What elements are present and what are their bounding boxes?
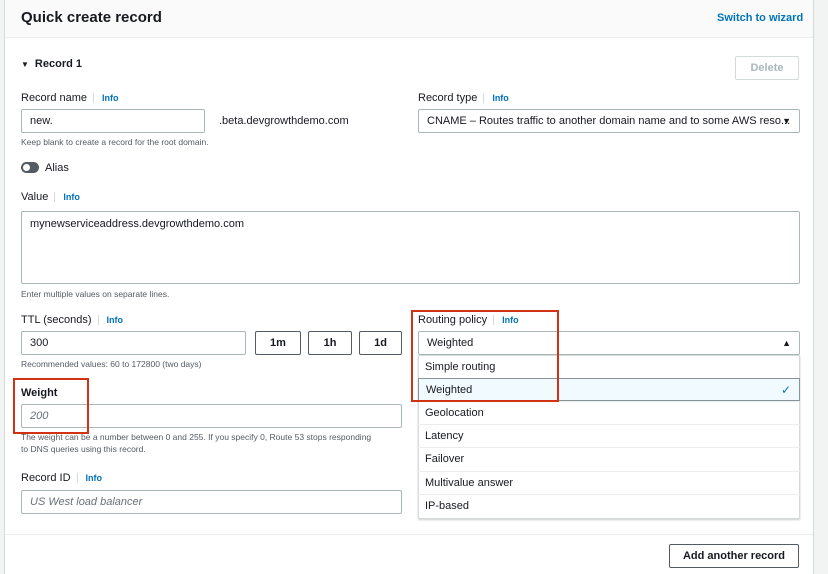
routing-highlight-box — [411, 310, 559, 402]
page-title: Quick create record — [21, 9, 162, 26]
option-latency[interactable]: Latency — [418, 424, 800, 447]
record-id-info-link[interactable]: Info — [76, 473, 103, 483]
option-geolocation[interactable]: Geolocation — [418, 401, 800, 424]
weight-highlight-box — [13, 378, 89, 434]
caret-down-icon: ▼ — [21, 60, 29, 69]
value-textarea[interactable]: mynewserviceaddress.devgrowthdemo.com — [21, 211, 800, 284]
caret-down-icon: ▼ — [782, 116, 791, 126]
value-hint: Enter multiple values on separate lines. — [21, 289, 170, 299]
ttl-1d-button[interactable]: 1d — [359, 331, 402, 355]
caret-up-icon: ▲ — [782, 338, 791, 348]
value-label: Value Info — [21, 191, 80, 203]
record-id-input[interactable]: US West load balancer — [21, 490, 402, 514]
delete-button[interactable]: Delete — [735, 56, 799, 80]
weight-hint-2: to DNS queries using this record. — [21, 444, 146, 454]
quick-create-panel: Quick create record Switch to wizard ▼ Re… — [4, 0, 814, 574]
value-info-link[interactable]: Info — [54, 192, 80, 202]
ttl-1h-button[interactable]: 1h — [308, 331, 352, 355]
record-name-input[interactable]: new. — [21, 109, 205, 133]
divider — [5, 534, 813, 535]
ttl-info-link[interactable]: Info — [97, 315, 124, 325]
record-id-label: Record ID Info — [21, 472, 103, 484]
add-another-record-button[interactable]: Add another record — [669, 544, 799, 568]
record-type-info-link[interactable]: Info — [483, 93, 509, 103]
record-1-toggle[interactable]: ▼ Record 1 — [21, 58, 82, 70]
option-multivalue-answer[interactable]: Multivalue answer — [418, 471, 800, 494]
record-type-value: CNAME – Routes traffic to another domain… — [427, 115, 791, 127]
switch-to-wizard-link[interactable]: Switch to wizard — [717, 12, 803, 24]
record-name-hint: Keep blank to create a record for the ro… — [21, 137, 209, 147]
ttl-1m-button[interactable]: 1m — [255, 331, 301, 355]
ttl-hint: Recommended values: 60 to 172800 (two da… — [21, 359, 202, 369]
record-name-info-link[interactable]: Info — [93, 93, 119, 103]
record-type-select[interactable]: CNAME – Routes traffic to another domain… — [418, 109, 800, 133]
option-failover[interactable]: Failover — [418, 447, 800, 470]
ttl-input[interactable]: 300 — [21, 331, 246, 355]
alias-toggle[interactable] — [21, 162, 39, 173]
record-name-label: Record name Info — [21, 92, 119, 104]
section-title: Record 1 — [34, 58, 82, 70]
alias-label: Alias — [45, 162, 69, 174]
record-type-label: Record type Info — [418, 92, 509, 104]
domain-suffix: .beta.devgrowthdemo.com — [219, 115, 349, 127]
option-ip-based[interactable]: IP-based — [418, 494, 800, 517]
checkmark-icon: ✓ — [780, 382, 791, 397]
record-id-placeholder: US West load balancer — [30, 496, 143, 508]
ttl-label: TTL (seconds) Info — [21, 314, 124, 326]
